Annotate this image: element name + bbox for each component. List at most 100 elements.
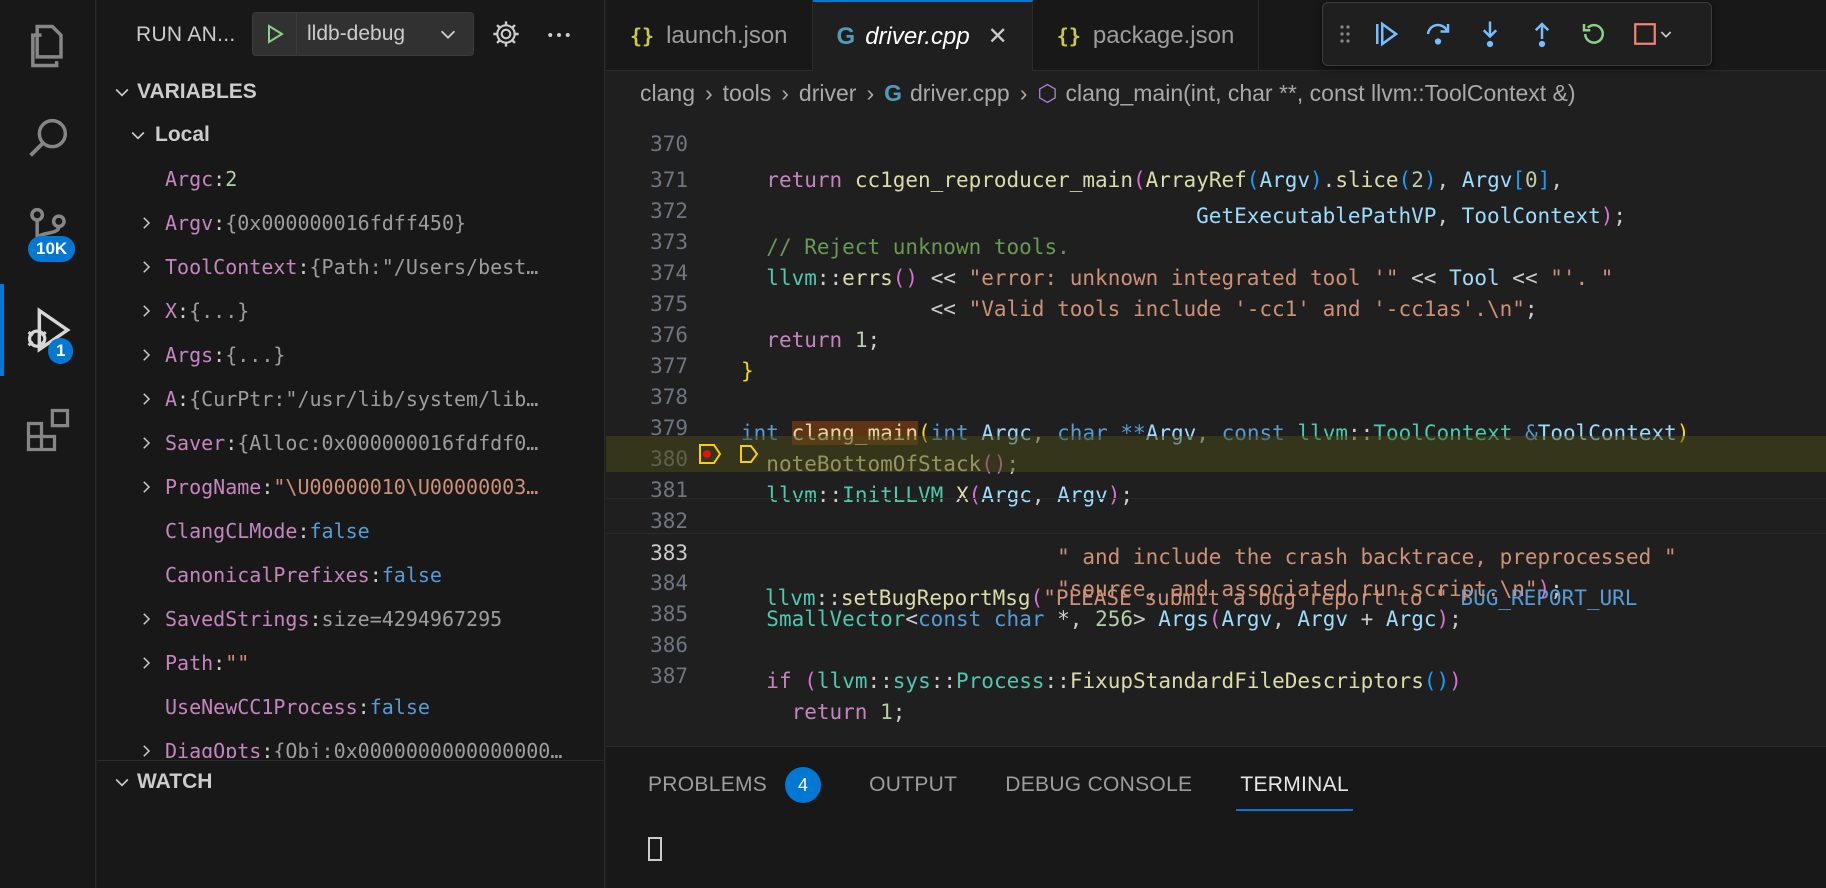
breakpoint-pointer-icon[interactable] [698, 443, 722, 465]
variable-value: {Obj:0x0000000000000000… [273, 739, 563, 758]
breadcrumb-item[interactable]: driver.cpp [910, 80, 1010, 107]
code-editor[interactable]: 370 return cc1gen_reproducer_main(ArrayR… [606, 108, 1826, 746]
step-over-button[interactable] [1417, 13, 1459, 55]
chevron-right-icon[interactable] [133, 390, 159, 408]
tab-driver-cpp[interactable]: G driver.cpp ✕ [812, 0, 1033, 71]
separator: : [297, 255, 310, 279]
extensions-button[interactable] [0, 384, 96, 476]
variable-row[interactable]: ProgName: "\U00000010\U00000003… [97, 465, 604, 509]
tab-label: launch.json [666, 21, 788, 49]
variable-value: "\U00000010\U00000003… [273, 475, 539, 499]
variable-row[interactable]: SavedStrings: size=4294967295 [97, 597, 604, 641]
variable-value: {CurPtr:"/usr/lib/system/lib… [189, 387, 539, 411]
start-debugging-button[interactable] [253, 13, 297, 55]
tab-label: TERMINAL [1240, 773, 1349, 796]
breadcrumb-item[interactable]: clang [640, 80, 695, 107]
tab-launch-json[interactable]: {} launch.json [606, 0, 813, 71]
separator: : [297, 519, 310, 543]
files-icon [31, 24, 63, 68]
separator: : [357, 695, 370, 719]
separator: : [213, 343, 226, 367]
chevron-right-icon[interactable] [133, 258, 159, 276]
separator: : [177, 299, 190, 323]
play-icon [267, 24, 284, 44]
launch-config-name: lldb-debug [307, 22, 406, 45]
step-over-icon [1426, 23, 1450, 45]
chevron-right-icon[interactable] [133, 654, 159, 672]
editor-tabs: {} launch.json G driver.cpp ✕ {} package… [606, 0, 1826, 71]
terminal-cursor[interactable] [648, 837, 662, 861]
search-button[interactable] [0, 92, 96, 184]
variable-row[interactable]: CanonicalPrefixes: false [97, 553, 604, 597]
chevron-right-icon: › [866, 79, 875, 106]
variable-row[interactable]: A: {CurPtr:"/usr/lib/system/lib… [97, 377, 604, 421]
step-into-button[interactable] [1469, 13, 1511, 55]
chevron-right-icon[interactable] [133, 346, 159, 364]
tab-label: package.json [1092, 21, 1235, 49]
stop-button[interactable] [1625, 13, 1681, 55]
variables-section-header[interactable]: VARIABLES [97, 71, 604, 113]
launch-config-select[interactable]: lldb-debug [252, 12, 474, 56]
source-control-button[interactable]: 10K [0, 184, 96, 276]
run-debug-button[interactable]: 1 [0, 284, 96, 376]
chevron-right-icon: › [781, 79, 789, 106]
variable-row[interactable]: Saver: {Alloc:0x000000016fdfdf0… [97, 421, 604, 465]
variable-row[interactable]: Args: {...} [97, 333, 604, 377]
variable-name: DiagOpts [165, 739, 262, 758]
continue-icon [1376, 21, 1399, 47]
tab-output[interactable]: OUTPUT [869, 747, 957, 823]
chevron-down-icon [440, 30, 456, 39]
variable-row[interactable]: ClangCLMode: false [97, 509, 604, 553]
variable-row[interactable]: ToolContext: {Path:"/Users/best… [97, 245, 604, 289]
breadcrumb-item[interactable]: clang_main(int, char **, const llvm::Too… [1065, 80, 1575, 107]
chevron-right-icon[interactable] [133, 610, 159, 628]
chevron-right-icon[interactable] [133, 742, 159, 758]
variable-name: Saver [165, 431, 226, 455]
chevron-right-icon[interactable] [133, 302, 159, 320]
step-out-button[interactable] [1521, 13, 1563, 55]
variable-value: 2 [225, 167, 238, 191]
variable-row[interactable]: Argc: 2 [97, 157, 604, 201]
breadcrumb-item[interactable]: driver [799, 80, 857, 107]
variable-row[interactable]: Argv: {0x000000016fdff450} [97, 201, 604, 245]
variable-row[interactable]: DiagOpts: {Obj:0x0000000000000000… [97, 729, 604, 758]
chevron-right-icon[interactable] [133, 478, 159, 496]
chevron-down-icon [107, 772, 137, 792]
drag-handle-icon[interactable] [1335, 13, 1355, 55]
tab-package-json[interactable]: {} package.json [1033, 0, 1260, 71]
chevron-down-icon [1660, 31, 1672, 38]
variable-name: ProgName [165, 475, 262, 499]
separator: : [177, 387, 190, 411]
step-out-icon [1534, 22, 1550, 48]
variable-row[interactable]: X: {...} [97, 289, 604, 333]
gear-icon[interactable] [490, 18, 522, 50]
tab-problems[interactable]: PROBLEMS 4 [648, 747, 822, 823]
chevron-right-icon[interactable] [133, 434, 159, 452]
explorer-button[interactable] [0, 0, 96, 92]
restart-button[interactable] [1573, 13, 1615, 55]
restart-icon [1582, 23, 1604, 44]
variable-name: CanonicalPrefixes [165, 563, 370, 587]
tab-terminal[interactable]: TERMINAL [1236, 747, 1353, 823]
chevron-right-icon[interactable] [133, 214, 159, 232]
variable-name: A [165, 387, 178, 411]
variables-list: Local Argc: 2 Argv: {0x000000016fdff450} T… [97, 113, 604, 758]
separator: : [261, 739, 274, 758]
json-file-icon: {} [1056, 23, 1081, 48]
separator: : [225, 431, 238, 455]
watch-section-header[interactable]: WATCH [97, 760, 604, 802]
tab-debug-console[interactable]: DEBUG CONSOLE [1005, 747, 1192, 823]
variable-name: Path [165, 651, 214, 675]
close-icon[interactable]: ✕ [988, 22, 1008, 51]
code-line: 370 return cc1gen_reproducer_main(ArrayR… [606, 108, 1826, 192]
variable-row[interactable]: UseNewCC1Process: false [97, 685, 604, 729]
variable-name: SavedStrings [165, 607, 310, 631]
activity-bar: 10K 1 [0, 0, 96, 888]
more-actions-icon[interactable] [544, 20, 574, 50]
watch-title: WATCH [137, 769, 213, 793]
breadcrumb-item[interactable]: tools [723, 80, 772, 107]
tab-label: PROBLEMS [648, 773, 768, 796]
variable-row[interactable]: Path: "" [97, 641, 604, 685]
local-scope-row[interactable]: Local [97, 113, 604, 157]
continue-button[interactable] [1365, 13, 1407, 55]
